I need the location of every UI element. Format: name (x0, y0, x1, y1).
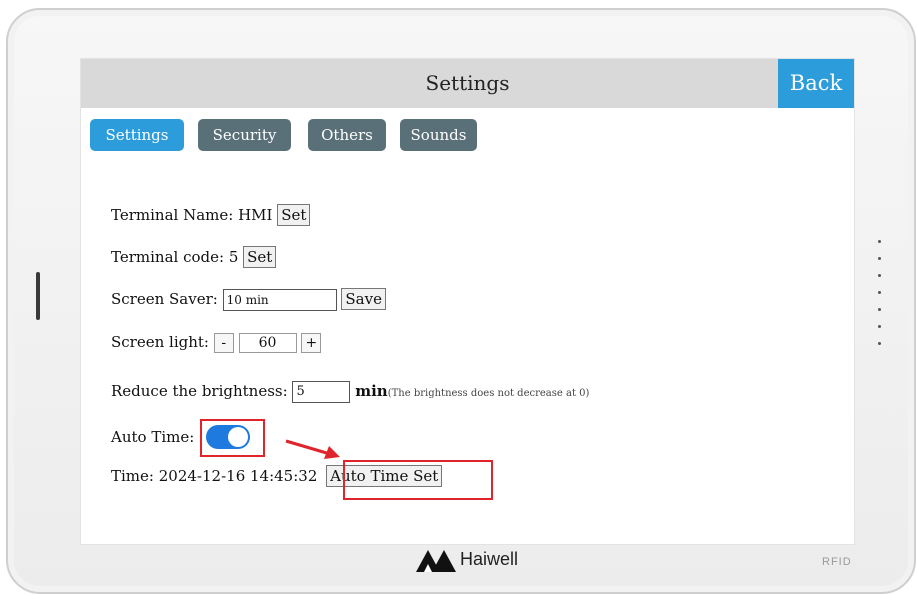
auto-time-label: Auto Time: (111, 428, 195, 446)
terminal-code-set-button[interactable]: Set (243, 246, 277, 268)
tab-settings[interactable]: Settings (90, 119, 184, 151)
side-slot (36, 272, 40, 320)
terminal-name-label: Terminal Name: (111, 206, 234, 224)
terminal-code-row: Terminal code: 5 Set (111, 246, 277, 268)
screen-saver-label: Screen Saver: (111, 290, 218, 308)
terminal-name-row: Terminal Name: HMI Set (111, 204, 311, 226)
brand-name: Haiwell (460, 548, 519, 569)
back-button[interactable]: Back (778, 59, 854, 108)
reduce-brightness-row: Reduce the brightness: 5 min(The brightn… (111, 381, 589, 403)
reduce-brightness-input[interactable]: 5 (292, 381, 351, 403)
screen-light-label: Screen light: (111, 333, 209, 351)
red-arrow-icon (285, 439, 340, 459)
reduce-brightness-unit: min (355, 382, 388, 400)
rfid-label: RFID (822, 556, 852, 568)
screen-light-value[interactable]: 60 (238, 333, 297, 353)
haiwell-logo-icon (416, 550, 456, 572)
tab-security[interactable]: Security (198, 119, 291, 151)
time-label: Time: (111, 467, 154, 485)
terminal-code-label: Terminal code: (111, 248, 225, 266)
brand-logo: Haiwell (416, 548, 518, 572)
tab-others[interactable]: Others (308, 119, 386, 151)
reduce-brightness-label: Reduce the brightness: (111, 382, 288, 400)
tab-sounds[interactable]: Sounds (400, 119, 477, 151)
speaker-dots (878, 240, 884, 359)
screen-saver-row: Screen Saver: 10 min Save (111, 288, 386, 311)
auto-time-set-highlight-box (343, 460, 493, 500)
screen-saver-input[interactable]: 10 min (222, 289, 337, 311)
terminal-code-value: 5 (228, 248, 239, 266)
screen-saver-save-button[interactable]: Save (341, 288, 386, 310)
reduce-brightness-note: (The brightness does not decrease at 0) (387, 388, 590, 399)
page-title: Settings (425, 71, 510, 95)
screen-light-row: Screen light: - 60 + (111, 333, 322, 353)
terminal-name-set-button[interactable]: Set (277, 204, 311, 226)
screen-light-decrease-button[interactable]: - (213, 333, 234, 353)
terminal-name-value: HMI (238, 206, 273, 224)
auto-time-highlight-box (200, 419, 265, 457)
time-value: 2024-12-16 14:45:32 (158, 467, 318, 485)
screen-light-increase-button[interactable]: + (301, 333, 322, 353)
title-bar: Settings Back (81, 59, 854, 108)
